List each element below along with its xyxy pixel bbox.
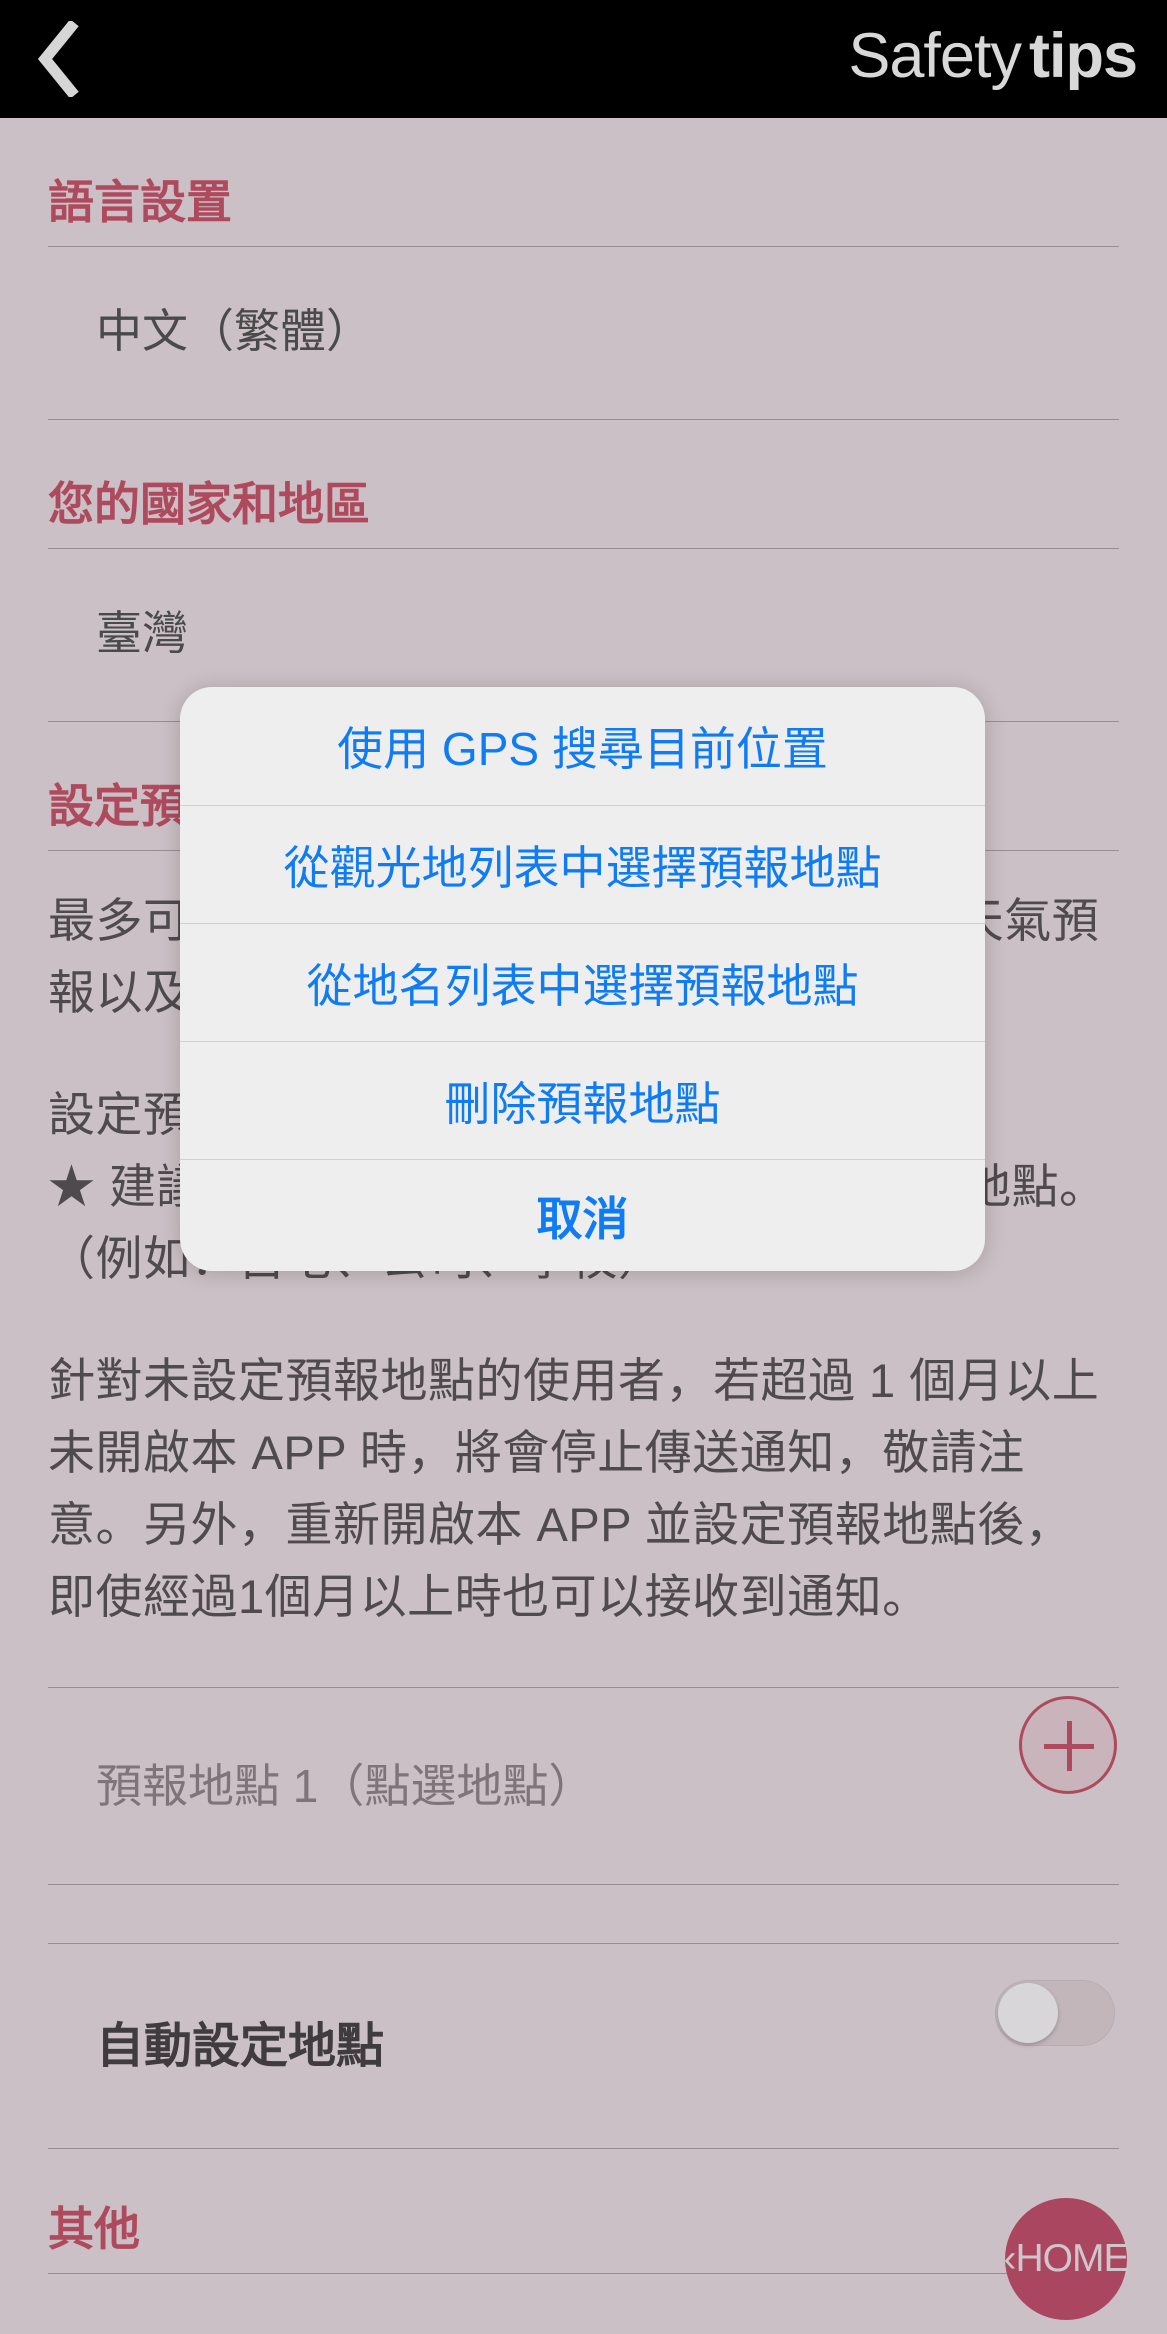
divider	[48, 1884, 1119, 1885]
divider	[48, 2148, 1119, 2149]
sheet-item-choose-from-sightseeing-list[interactable]: 從觀光地列表中選擇預報地點	[180, 805, 985, 923]
sheet-item-choose-from-place-name-list[interactable]: 從地名列表中選擇預報地點	[180, 923, 985, 1041]
auto-location-toggle[interactable]	[995, 1980, 1115, 2046]
language-value-row[interactable]: 中文（繁體）	[0, 247, 1167, 405]
forecast-location-label: 預報地點 1（點選地點）	[96, 1760, 595, 1812]
divider	[48, 2273, 1119, 2274]
app-header: Safety tips	[0, 0, 1167, 118]
page-title-bold: tips	[1028, 20, 1138, 91]
home-chevron-icon: ‹HOME	[1003, 2237, 1130, 2280]
divider	[48, 419, 1119, 420]
page-title-light: Safety	[848, 20, 1022, 91]
divider	[48, 246, 1119, 247]
section-heading-language: 語言設置	[48, 176, 232, 228]
section-heading-other: 其他	[48, 2203, 140, 2255]
country-value-row[interactable]: 臺灣	[0, 549, 1167, 707]
app-screen: Safety tips 語言設置 中文（繁體） 您的國家和地區 臺灣 設定預報地…	[0, 0, 1167, 2334]
home-button[interactable]: ‹HOME	[1003, 2198, 1130, 2320]
forecast-location-row-1[interactable]: 預報地點 1（點選地點）	[0, 1688, 1167, 1870]
toggle-knob	[998, 1983, 1058, 2043]
auto-location-row[interactable]: 自動設定地點	[0, 1944, 1167, 2134]
about-app-row[interactable]: 關於本 APP	[0, 2274, 1167, 2334]
plus-icon[interactable]	[1019, 1696, 1117, 1794]
sheet-item-gps-current-location[interactable]: 使用 GPS 搜尋目前位置	[180, 687, 985, 805]
auto-location-label: 自動設定地點	[96, 2020, 385, 2073]
section-heading-country: 您的國家和地區	[48, 478, 370, 530]
chevron-left-icon[interactable]	[18, 14, 98, 104]
forecast-paragraph-3: 針對未設定預報地點的使用者，若超過 1 個月以上未開啟本 APP 時，將會停止傳…	[48, 1354, 1100, 1623]
sheet-item-cancel[interactable]: 取消	[180, 1159, 985, 1271]
page-title: Safety tips	[848, 8, 1138, 103]
sheet-item-delete-forecast-location[interactable]: 刪除預報地點	[180, 1041, 985, 1159]
action-sheet-dialog: 使用 GPS 搜尋目前位置 從觀光地列表中選擇預報地點 從地名列表中選擇預報地點…	[180, 687, 985, 1271]
divider	[48, 548, 1119, 549]
